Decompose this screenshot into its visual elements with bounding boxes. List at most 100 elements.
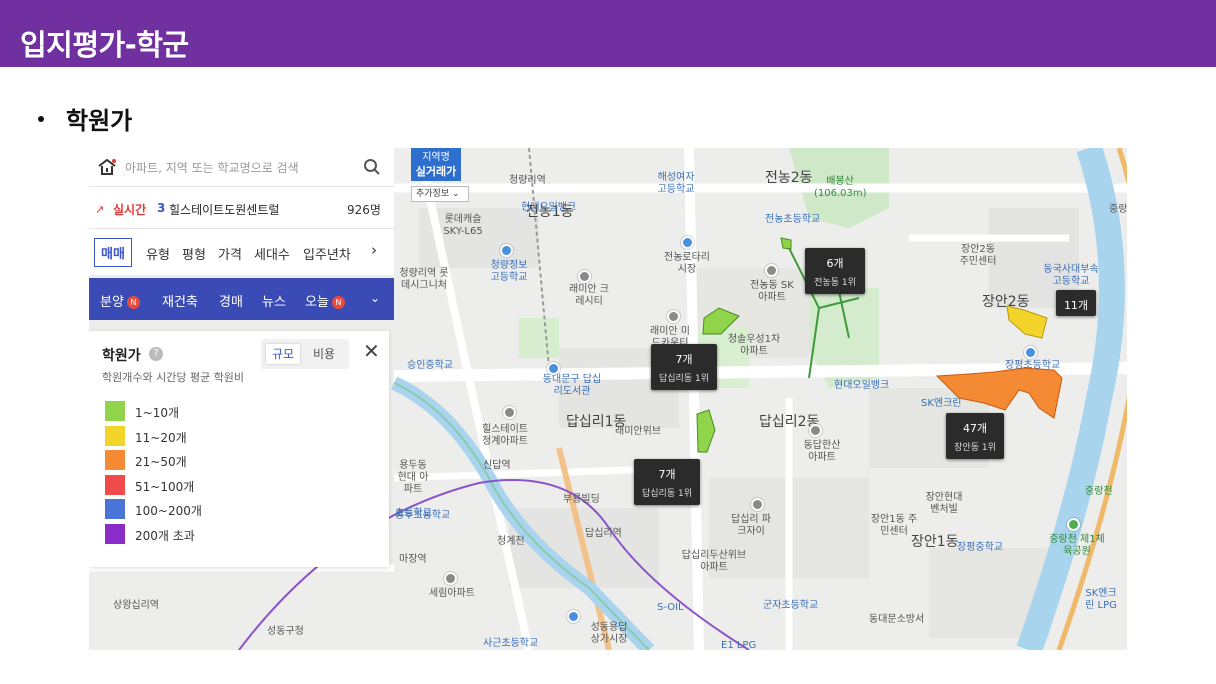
map-label-place: 답십리 파크자이 (731, 514, 771, 537)
map-label-dong: 전농2동 (765, 170, 813, 186)
map-label-place: SK엔크린 (921, 398, 962, 409)
legend-label: 200개 초과 (135, 529, 195, 543)
map-label-place: 전농로타리 시장 (664, 252, 710, 275)
poi-pin[interactable] (503, 406, 516, 419)
map-label-place: 동답한산 아파트 (803, 440, 841, 463)
filter-move-in-year[interactable]: 입주년차 (303, 244, 351, 263)
nav-presale[interactable]: 분양 N (100, 291, 140, 310)
legend-swatch (105, 499, 125, 519)
map-label-place: 초등학교 (395, 508, 432, 519)
slide-bullet: 학원가 (38, 101, 132, 136)
map-label-place: 장안현대 벤처빌 (925, 492, 963, 515)
tab-scale[interactable]: 규모 (266, 344, 301, 364)
legend-tabs: 규모 비용 (261, 339, 349, 369)
filter-price[interactable]: 가격 (218, 244, 242, 263)
map-label-place: 래미안위브 (615, 426, 661, 437)
map-label-place: 사근초등학교 (483, 638, 539, 649)
extra-info-label: 추가정보 (416, 189, 450, 199)
academy-count-badge[interactable]: 6개 전농동 1위 (805, 248, 865, 294)
region-price-toggle[interactable]: 지역명 실거래가 (411, 148, 461, 181)
filter-type[interactable]: 유형 (146, 244, 170, 263)
legend-swatch (105, 426, 125, 446)
map-label-place: 현대오일뱅크 (834, 380, 890, 391)
filter-bar: 매매 유형 평형 가격 세대수 입주년차 › (89, 229, 394, 275)
poi-pin[interactable] (765, 264, 778, 277)
map-label-place: 마장역 (399, 554, 427, 565)
poi-pin[interactable] (1024, 346, 1037, 359)
map-label-place: 현대오일뱅크 (521, 202, 577, 213)
map-label-place: E1 LPG (721, 640, 757, 650)
search-icon[interactable] (363, 158, 381, 176)
trending-icon: ↗ (95, 203, 105, 216)
realtime-label: 실시간 (113, 203, 147, 217)
map-label-place: 래미안 크레시티 (569, 284, 609, 307)
poi-pin[interactable] (500, 244, 513, 257)
new-badge: N (126, 296, 140, 309)
map-label-place: 배봉산 (106.03m) (814, 176, 867, 199)
legend-swatch (105, 475, 125, 495)
chevron-down-icon[interactable]: ⌄ (370, 291, 380, 305)
category-nav: 분양 N 재건축 경매 뉴스 오늘 N ⌄ (89, 278, 394, 320)
academy-legend-panel: 학원가 ? 규모 비용 ✕ 학원개수와 시간당 평균 학원비 1~10개 11~… (89, 331, 389, 567)
chevron-right-icon[interactable]: › (371, 241, 377, 259)
poi-pin[interactable] (567, 610, 580, 623)
realtime-rank: 3 (157, 201, 166, 215)
badge-rank: 전농동 1위 (814, 278, 856, 288)
map-label-place: 장안1동 주민센터 (870, 514, 918, 537)
poi-pin[interactable] (547, 362, 560, 375)
tab-cost[interactable]: 비용 (307, 344, 341, 364)
close-icon[interactable]: ✕ (363, 341, 380, 361)
poi-pin[interactable] (667, 310, 680, 323)
academy-count-badge[interactable]: 7개 답십리동 1위 (634, 459, 700, 505)
map-label-place: 청량정보 고등학교 (490, 260, 528, 283)
map-label-place: 성동용답 상가시장 (590, 622, 628, 645)
map-label-place: 답십리역 (585, 528, 622, 539)
nav-redevelopment[interactable]: 재건축 (162, 291, 198, 310)
poi-pin[interactable] (809, 424, 822, 437)
map-label-dong: 장안2동 (982, 294, 1030, 310)
poi-pin[interactable] (578, 270, 591, 283)
slide-header: 입지평가-학군 (0, 0, 1216, 67)
search-input[interactable]: 아파트, 지역 또는 학교명으로 검색 (125, 159, 299, 176)
academy-count-badge[interactable]: 11개 (1056, 290, 1096, 316)
map-label-place: 동대문구 답십리도서관 (542, 374, 602, 397)
legend-description: 학원개수와 시간당 평균 학원비 (102, 371, 245, 384)
realtime-ranking[interactable]: ↗ 실시간 3 힐스테이트도원센트럴 926명 (89, 187, 394, 229)
poi-pin[interactable] (444, 572, 457, 585)
price-label: 실거래가 (415, 165, 457, 178)
map-label-place: 청계천 (497, 536, 525, 547)
map-label-place: 신답역 (483, 460, 511, 471)
nav-today[interactable]: 오늘 N (305, 291, 345, 310)
nav-auction[interactable]: 경매 (219, 291, 243, 310)
map-label-place: 중랑천 제1체육공원 (1049, 534, 1105, 557)
nav-news[interactable]: 뉴스 (262, 291, 286, 310)
map-label-place: 세림아파트 (429, 588, 475, 599)
filter-sale[interactable]: 매매 (94, 238, 132, 267)
map-label-place: 장안2동 주민센터 (959, 244, 997, 267)
poi-pin[interactable] (681, 236, 694, 249)
poi-pin[interactable] (1067, 518, 1080, 531)
map-label-place: 군자초등학교 (763, 600, 819, 611)
legend-title: 학원가 (102, 348, 141, 364)
map-label-place: 답십리두산위브 아파트 (681, 550, 747, 573)
map-label-place: 해성여자 고등학교 (657, 172, 695, 195)
help-icon[interactable]: ? (149, 347, 163, 361)
map-label-place: S-OIL (657, 602, 684, 613)
extra-info-button[interactable]: 추가정보 ⌄ (411, 186, 469, 202)
legend-label: 21~50개 (135, 455, 187, 469)
filter-size[interactable]: 평형 (182, 244, 206, 263)
home-logo-icon[interactable] (97, 158, 117, 176)
badge-rank: 장안동 1위 (954, 443, 996, 453)
poi-pin[interactable] (751, 498, 764, 511)
bullet-dot (38, 116, 44, 122)
academy-count-badge[interactable]: 47개 장안동 1위 (946, 413, 1004, 459)
slide-title: 입지평가-학군 (20, 28, 189, 62)
academy-count-badge[interactable]: 7개 답십리동 1위 (651, 344, 717, 390)
filter-households[interactable]: 세대수 (254, 244, 290, 263)
nav-today-label: 오늘 (305, 295, 329, 310)
realtime-count: 926명 (347, 203, 381, 217)
map-screenshot: 전농2동 전농1동 답십리1동 답십리2동 장안1동 장안2동 청량리역 롯데캐… (89, 148, 1127, 650)
map-label-place: 장평중학교 (957, 542, 1003, 553)
badge-count: 7개 (658, 468, 676, 481)
map-label-place: 중랑 (1109, 204, 1127, 215)
